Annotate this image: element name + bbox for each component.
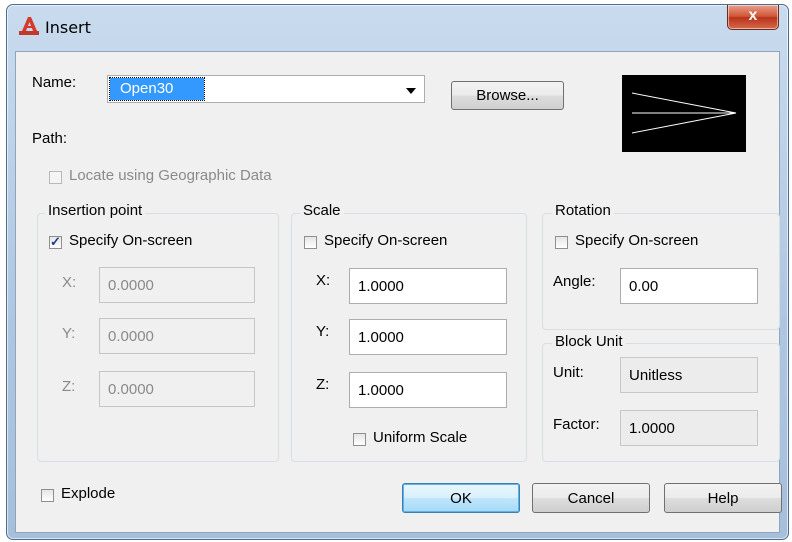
scale-specify-checkbox[interactable] xyxy=(304,236,317,249)
insertion-x-label: X: xyxy=(62,274,77,291)
factor-label: Factor: xyxy=(553,416,600,433)
cancel-button-label: Cancel xyxy=(567,489,615,507)
explode-checkbox[interactable] xyxy=(41,489,54,502)
insertion-specify-checkbox[interactable]: ✓ xyxy=(49,234,62,249)
chevron-down-icon[interactable] xyxy=(406,88,416,94)
block-preview-graphic xyxy=(631,92,737,134)
close-icon: x xyxy=(748,7,758,24)
uniform-scale-label: Uniform Scale xyxy=(373,429,468,446)
explode-label: Explode xyxy=(61,485,116,502)
rotation-specify-label: Specify On-screen xyxy=(575,232,699,249)
angle-field[interactable]: 0.00 xyxy=(620,268,758,304)
insertion-x-field[interactable]: 0.0000 xyxy=(99,267,255,303)
scale-specify-label: Specify On-screen xyxy=(324,232,448,249)
unit-value: Unitless xyxy=(620,357,758,393)
insertion-z-label: Z: xyxy=(62,378,76,395)
unit-label: Unit: xyxy=(553,364,584,381)
block-unit-title: Block Unit xyxy=(552,333,626,350)
insertion-y-label: Y: xyxy=(62,325,76,342)
autocad-a-icon xyxy=(19,17,39,35)
ok-button-label: OK xyxy=(450,489,472,507)
name-label: Name: xyxy=(32,74,77,91)
insert-dialog: Insert x Name: Open30 Browse... Path: Lo… xyxy=(6,4,789,540)
title-bar[interactable]: Insert x xyxy=(7,5,788,47)
cancel-button[interactable]: Cancel xyxy=(532,483,650,513)
scale-x-label: X: xyxy=(316,272,331,289)
scale-y-label: Y: xyxy=(316,323,330,340)
scale-z-label: Z: xyxy=(316,376,330,393)
checkmark-icon: ✓ xyxy=(50,234,61,249)
rotation-title: Rotation xyxy=(552,202,614,219)
insertion-z-field[interactable]: 0.0000 xyxy=(99,371,255,407)
scale-z-field[interactable]: 1.0000 xyxy=(349,372,507,408)
close-button[interactable]: x xyxy=(727,5,779,30)
scale-x-field[interactable]: 1.0000 xyxy=(349,268,507,304)
angle-label: Angle: xyxy=(553,273,596,290)
factor-value: 1.0000 xyxy=(620,410,758,446)
browse-button-label: Browse... xyxy=(476,87,539,104)
help-button-label: Help xyxy=(707,489,739,507)
insertion-point-title: Insertion point xyxy=(45,202,146,219)
name-selected-value: Open30 xyxy=(109,77,205,101)
block-preview xyxy=(622,75,746,152)
dialog-body: Name: Open30 Browse... Path: Locate usin… xyxy=(15,51,782,533)
name-combobox[interactable]: Open30 xyxy=(107,75,425,103)
uniform-scale-checkbox[interactable] xyxy=(353,433,366,446)
scale-y-field[interactable]: 1.0000 xyxy=(349,319,507,355)
ok-button[interactable]: OK xyxy=(402,483,520,513)
locate-checkbox[interactable] xyxy=(49,171,62,184)
window-title: Insert xyxy=(45,18,91,37)
scale-title: Scale xyxy=(300,202,344,219)
path-label: Path: xyxy=(32,130,68,147)
insertion-y-field[interactable]: 0.0000 xyxy=(99,318,255,354)
locate-label: Locate using Geographic Data xyxy=(69,167,272,184)
browse-button[interactable]: Browse... xyxy=(451,81,564,110)
insertion-specify-label: Specify On-screen xyxy=(69,232,193,249)
help-button[interactable]: Help xyxy=(664,483,782,513)
rotation-specify-checkbox[interactable] xyxy=(555,236,568,249)
